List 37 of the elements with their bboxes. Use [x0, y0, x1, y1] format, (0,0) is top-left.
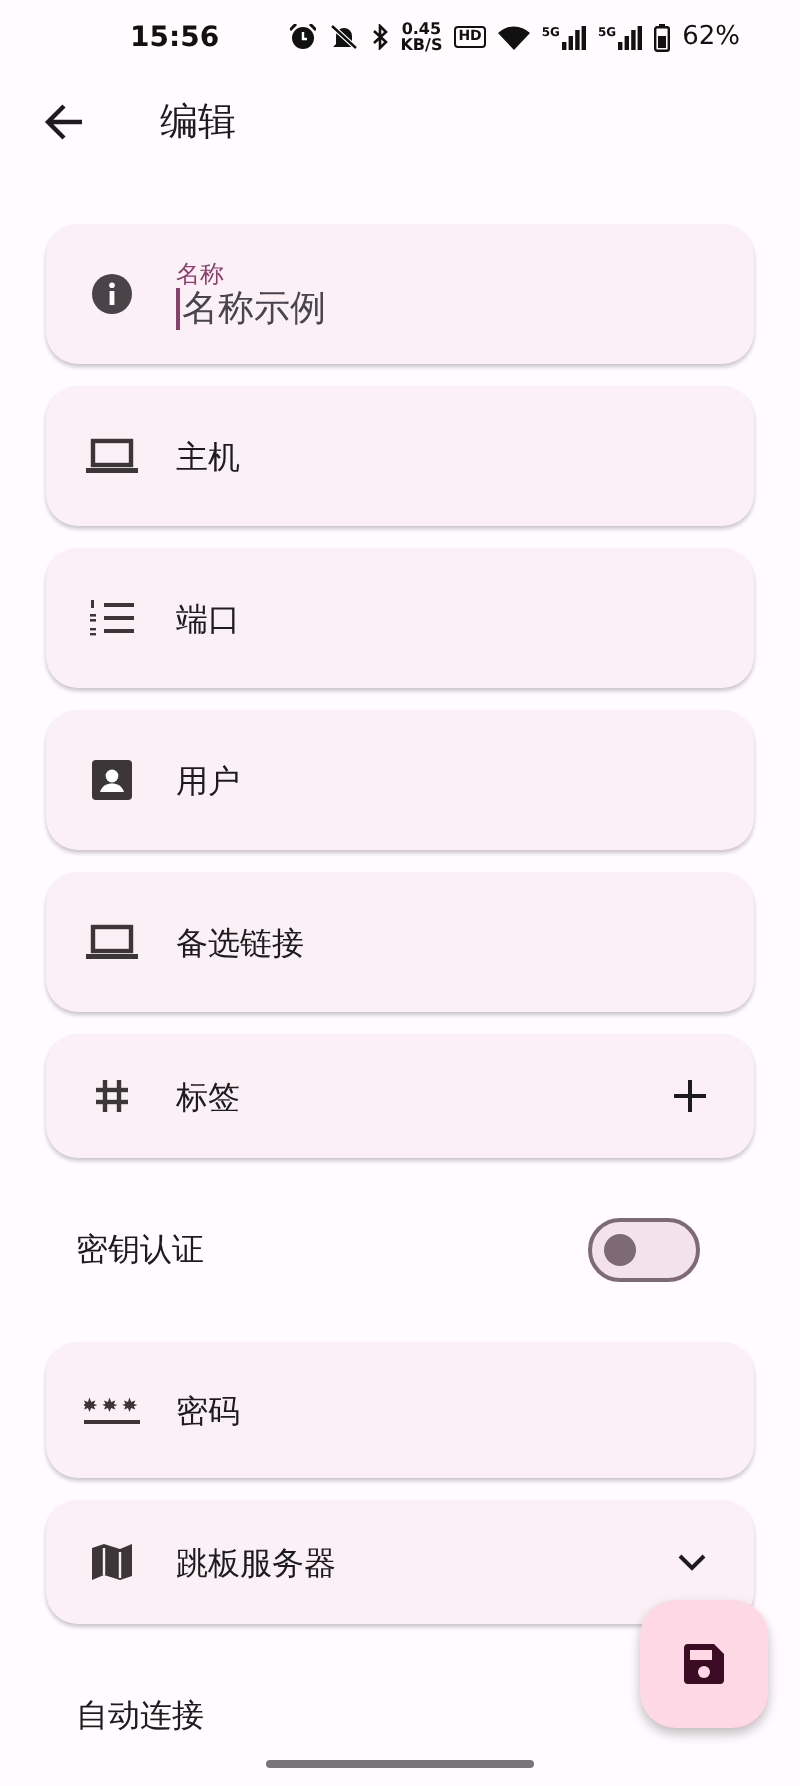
alarm-icon [290, 24, 317, 51]
chevron-down-icon [678, 1553, 706, 1571]
dropdown-input[interactable]: 跳板服务器 [176, 1543, 670, 1581]
back-arrow-icon [44, 104, 84, 141]
save-button[interactable] [640, 1600, 768, 1728]
text-input[interactable]: 备选链接 [176, 923, 714, 961]
numbered-list-icon [90, 598, 134, 638]
laptop-icon [86, 924, 138, 960]
map-icon [92, 1542, 132, 1582]
bluetooth-icon [372, 24, 389, 51]
signal-icon [618, 25, 643, 50]
battery-level: 62% [682, 22, 740, 53]
tags-input[interactable]: 标签 [176, 1077, 666, 1115]
plus-icon [674, 1080, 706, 1112]
toggle-switch[interactable] [588, 1218, 700, 1282]
contact-icon [92, 760, 132, 800]
network-speed: 0.45 [401, 21, 442, 38]
text-input[interactable]: 用户 [176, 761, 714, 799]
text-input[interactable]: 密码 [176, 1391, 714, 1429]
page-title: 编辑 [160, 98, 236, 149]
clock: 15:56 [130, 21, 222, 54]
name-input[interactable]: 名称示例 [176, 287, 714, 329]
setting-label: 自动连接 [76, 1695, 204, 1737]
muted-bell-icon [328, 24, 361, 51]
info-icon [90, 272, 134, 316]
laptop-icon [86, 438, 138, 474]
signal-icon [561, 25, 586, 50]
field-label: 名称 [176, 259, 226, 287]
setting-label: 密钥认证 [76, 1229, 204, 1271]
wifi-icon [497, 25, 530, 50]
hash-icon [94, 1078, 130, 1114]
text-input[interactable]: 主机 [176, 437, 714, 475]
speed-unit: KB/S [400, 37, 443, 54]
battery-icon [654, 23, 671, 52]
save-icon [684, 1644, 724, 1684]
password-icon [84, 1394, 140, 1426]
text-input[interactable]: 端口 [176, 599, 714, 637]
